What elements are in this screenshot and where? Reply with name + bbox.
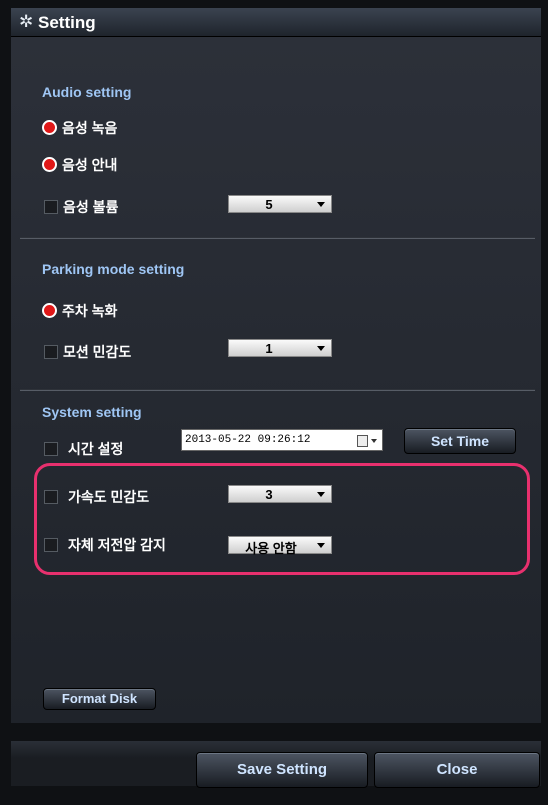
low-voltage-value: 사용 안함 (245, 541, 297, 556)
low-voltage-select[interactable]: 사용 안함 (228, 536, 332, 556)
section-divider (20, 389, 535, 391)
datetime-field[interactable]: 2013-05-22 09:26:12 (181, 429, 383, 451)
motion-sensitivity-select[interactable]: 1 (228, 339, 332, 357)
motion-sensitivity-value: 1 (265, 341, 273, 356)
record-voice-radio[interactable] (42, 120, 57, 135)
parking-section-title: Parking mode setting (42, 261, 185, 277)
voice-volume-checkbox[interactable] (44, 200, 58, 214)
gear-icon: ✲ (19, 12, 34, 31)
settings-panel (11, 37, 541, 723)
close-button[interactable]: Close (374, 752, 540, 788)
settings-window: ✲ Setting Audio setting 음성 녹음 음성 안내 음성 볼… (0, 0, 548, 805)
voice-guide-radio[interactable] (42, 157, 57, 172)
accel-sensitivity-select[interactable]: 3 (228, 485, 332, 503)
motion-sensitivity-checkbox[interactable] (44, 345, 58, 359)
chevron-down-icon (317, 543, 325, 548)
audio-section-title: Audio setting (42, 84, 132, 100)
highlight-annotation (34, 463, 530, 575)
chevron-down-icon (371, 439, 377, 443)
parking-record-label: 주차 녹화 (62, 303, 118, 319)
calendar-icon[interactable] (357, 435, 368, 447)
chevron-down-icon (317, 202, 325, 207)
low-voltage-checkbox[interactable] (44, 538, 58, 552)
voice-volume-label: 음성 볼륨 (63, 199, 119, 215)
accel-sensitivity-label: 가속도 민감도 (68, 489, 150, 505)
time-setting-checkbox[interactable] (44, 442, 58, 456)
window-title: Setting (38, 13, 96, 32)
set-time-button[interactable]: Set Time (404, 428, 516, 454)
accel-sensitivity-checkbox[interactable] (44, 490, 58, 504)
title-bar: ✲ Setting (11, 8, 541, 37)
save-setting-button[interactable]: Save Setting (196, 752, 368, 788)
time-setting-label: 시간 설정 (68, 441, 124, 457)
voice-guide-label: 음성 안내 (62, 157, 118, 173)
datetime-value: 2013-05-22 09:26:12 (185, 434, 311, 446)
accel-sensitivity-value: 3 (265, 487, 273, 502)
chevron-down-icon (317, 346, 325, 351)
voice-volume-value: 5 (265, 197, 273, 212)
chevron-down-icon (317, 492, 325, 497)
system-section-title: System setting (42, 404, 142, 420)
record-voice-label: 음성 녹음 (62, 120, 118, 136)
parking-record-radio[interactable] (42, 303, 57, 318)
voice-volume-select[interactable]: 5 (228, 195, 332, 213)
section-divider (20, 237, 535, 239)
motion-sensitivity-label: 모션 민감도 (63, 344, 132, 360)
format-disk-button[interactable]: Format Disk (43, 688, 156, 710)
low-voltage-label: 자체 저전압 감지 (68, 537, 166, 553)
